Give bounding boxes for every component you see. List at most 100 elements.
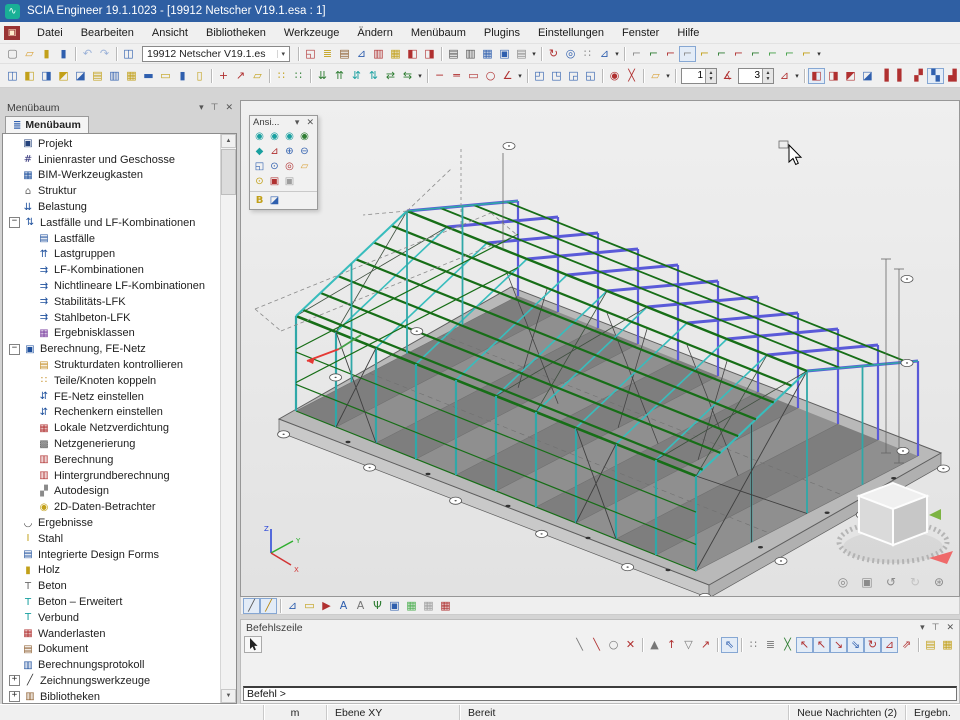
dot-grid-button[interactable]: ∷ <box>273 68 290 84</box>
redo-button[interactable]: ↷ <box>96 46 113 62</box>
menu-item-plugins[interactable]: Plugins <box>475 23 529 43</box>
project-combo[interactable]: 19912 Netscher V19.1.es▾ <box>142 46 290 62</box>
xy-diagram-button[interactable]: ⊿ <box>353 46 370 62</box>
tree-item-integrierte-design-forms[interactable]: ▤Integrierte Design Forms <box>3 547 220 563</box>
cmd-pin-icon[interactable]: ⊤ <box>932 622 940 633</box>
view-flag-5-button[interactable]: ⌐ <box>696 46 713 62</box>
zoom-all-button[interactable]: ⊙ <box>267 159 282 174</box>
catalog-button[interactable]: ▤ <box>336 46 353 62</box>
tree-item-berechnungsprotokoll[interactable]: ▥Berechnungsprotokoll <box>3 657 220 673</box>
project-combo-arrow-icon[interactable]: ▾ <box>277 50 285 58</box>
menu-item-bearbeiten[interactable]: Bearbeiten <box>72 23 143 43</box>
tree-item-beton[interactable]: TBeton <box>3 578 220 594</box>
solid-mode-button[interactable]: ◪ <box>267 193 282 208</box>
menu-item-ansicht[interactable]: Ansicht <box>143 23 197 43</box>
node-add-button[interactable]: + <box>215 68 232 84</box>
tree-scrollbar[interactable]: ▲ ▼ <box>220 134 236 703</box>
show-labels-button[interactable]: A <box>335 598 352 614</box>
menu-item-fenster[interactable]: Fenster <box>613 23 668 43</box>
scroll-thumb[interactable] <box>221 149 236 195</box>
palette-close-icon[interactable]: ✕ <box>306 117 314 128</box>
tree-item-rechenkern-einstellen[interactable]: ⇵Rechenkern einstellen <box>3 405 220 421</box>
member-select-9-button[interactable]: ▟ <box>944 68 960 84</box>
tree-item-lf-kombinationen[interactable]: ⇉LF-Kombinationen <box>3 262 220 278</box>
tree-item-belastung[interactable]: ⇊Belastung <box>3 199 220 215</box>
member-select-6-button[interactable]: ▌ <box>893 68 910 84</box>
member-wall-button[interactable]: ▬ <box>140 68 157 84</box>
draw-angle-dropdown[interactable]: ▾ <box>516 72 524 80</box>
window-tile-4-button[interactable]: ◱ <box>582 68 599 84</box>
calculator-button[interactable]: ▦ <box>479 46 496 62</box>
snap-grid-lines-button[interactable]: ≣ <box>762 637 779 653</box>
member-1d-props-button[interactable]: ◧ <box>21 68 38 84</box>
export-activity-button[interactable]: ↻ <box>545 46 562 62</box>
view-flag-9-button[interactable]: ⌐ <box>764 46 781 62</box>
node-move-button[interactable]: ↗ <box>232 68 249 84</box>
cmd-close-icon[interactable]: ✕ <box>946 622 954 633</box>
menu-item-menübaum[interactable]: Menübaum <box>402 23 475 43</box>
tree-item-lastgruppen[interactable]: ⇈Lastgruppen <box>3 247 220 263</box>
visibility-button[interactable]: ◉ <box>606 68 623 84</box>
tab-menubaum[interactable]: ≣ Menübaum <box>5 116 89 133</box>
tree-item-berechnung-fe-netz[interactable]: −▣Berechnung, FE-Netz <box>3 341 220 357</box>
column-down-button[interactable]: ⇊ <box>314 68 331 84</box>
menu-item-werkzeuge[interactable]: Werkzeuge <box>275 23 348 43</box>
tree-item-dokument[interactable]: ▤Dokument <box>3 642 220 658</box>
tree-item-strukturdaten-kontrollieren[interactable]: ▤Strukturdaten kontrollieren <box>3 357 220 373</box>
save-all-button[interactable]: ▮ <box>55 46 72 62</box>
member-haunch-button[interactable]: ▮ <box>174 68 191 84</box>
camera-button[interactable]: ▣ <box>267 174 282 189</box>
tree-item-zeichnungswerkzeuge[interactable]: +╱Zeichnungswerkzeuge <box>3 673 220 689</box>
table-calc-button[interactable]: ▤ <box>922 637 939 653</box>
axonometry-button[interactable]: ◆ <box>252 144 267 159</box>
view-manager-button[interactable]: ▱ <box>297 159 312 174</box>
member-opening-button[interactable]: ▯ <box>191 68 208 84</box>
view-cube-toggle-icon[interactable]: ▣ <box>859 574 875 590</box>
view-axo-button[interactable]: ◉ <box>297 129 312 144</box>
draw-line-button[interactable]: ─ <box>431 68 448 84</box>
copy-picture-dropdown[interactable]: ▾ <box>530 50 538 58</box>
show-flag-button[interactable]: ▶ <box>318 598 335 614</box>
help-pointer-dropdown[interactable]: ▾ <box>613 50 621 58</box>
camera-settings-button[interactable]: ▣ <box>282 174 297 189</box>
draw-circle-button[interactable]: ○ <box>482 68 499 84</box>
member-select-4-button[interactable]: ◪ <box>859 68 876 84</box>
panel-close-icon[interactable]: ✕ <box>225 102 233 113</box>
view-flag-10-button[interactable]: ⌐ <box>781 46 798 62</box>
tree-item-holz[interactable]: ▮Holz <box>3 563 220 579</box>
view-flag-1-button[interactable]: ⌐ <box>628 46 645 62</box>
snap-circle-button[interactable]: ○ <box>605 637 622 653</box>
nav-settings-gear-icon[interactable]: ⊛ <box>931 574 947 590</box>
member-column-button[interactable]: ▥ <box>106 68 123 84</box>
column-up-button[interactable]: ⇈ <box>331 68 348 84</box>
panel-pin-icon[interactable]: ⊤ <box>211 102 219 113</box>
column-pair-button[interactable]: ⇅ <box>365 68 382 84</box>
collapse-box-icon[interactable]: − <box>9 217 20 228</box>
snap-mode-1-button[interactable]: ↖ <box>796 637 813 653</box>
snap-line-red-button[interactable]: ╲ <box>588 637 605 653</box>
member-select-7-button[interactable]: ▞ <box>910 68 927 84</box>
window-tile-2-button[interactable]: ◳ <box>548 68 565 84</box>
view-flag-7-button[interactable]: ⌐ <box>730 46 747 62</box>
tree-item-linienraster-und-geschosse[interactable]: #Linienraster und Geschosse <box>3 152 220 168</box>
draw-mode-button[interactable]: ╱ <box>243 598 260 614</box>
cursor-mode-button[interactable] <box>244 636 262 653</box>
snap-grid-dots-button[interactable]: ∷ <box>745 637 762 653</box>
project-data-button[interactable]: ◱ <box>302 46 319 62</box>
view-flag-11-button[interactable]: ⌐ <box>798 46 815 62</box>
tree-item-struktur[interactable]: ⌂Struktur <box>3 183 220 199</box>
show-ruler-button[interactable]: ▭ <box>301 598 318 614</box>
storage-button[interactable]: ▥ <box>370 46 387 62</box>
member-select-5-button[interactable]: ▐ <box>876 68 893 84</box>
tree-item-ergebnisklassen[interactable]: ▦Ergebnisklassen <box>3 326 220 342</box>
member-1d-button[interactable]: ◫ <box>4 68 21 84</box>
table-clipboard-button[interactable]: ▦ <box>939 637 956 653</box>
ucs-view-button[interactable]: ⊿ <box>267 144 282 159</box>
show-doc-button[interactable]: ▣ <box>386 598 403 614</box>
help-pointer-button[interactable]: ⊿ <box>596 46 613 62</box>
print-button[interactable]: ▤ <box>445 46 462 62</box>
view-flag-2-button[interactable]: ⌐ <box>645 46 662 62</box>
tree-item-lokale-netzverdichtung[interactable]: ▦Lokale Netzverdichtung <box>3 420 220 436</box>
zoom-window-button[interactable]: ◱ <box>252 159 267 174</box>
palette-dropdown-icon[interactable]: ▾ <box>295 117 300 128</box>
